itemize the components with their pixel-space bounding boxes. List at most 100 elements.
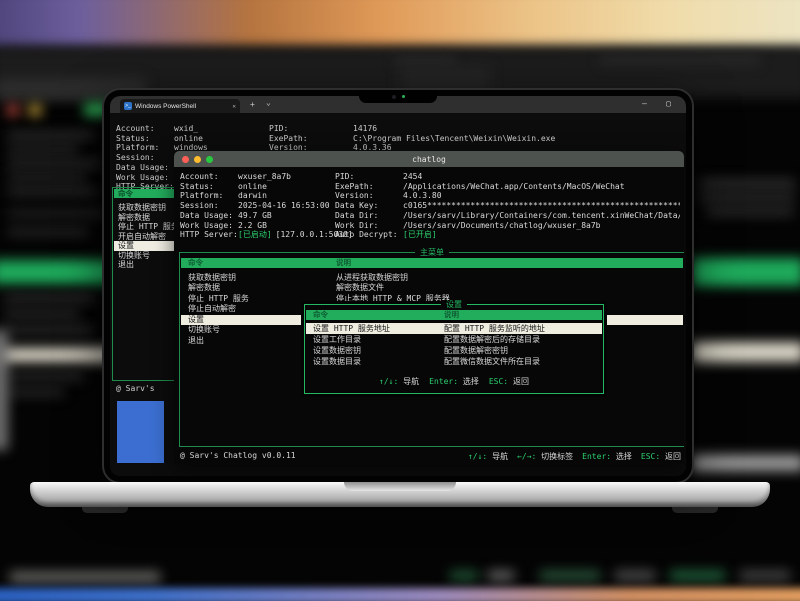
laptop-screen: >_ Windows PowerShell ✕ + ⌄ – ▢ Account:… <box>104 90 692 482</box>
backdrop-status-smudge <box>10 572 160 582</box>
tab-close-icon[interactable]: ✕ <box>232 103 236 110</box>
column-desc: 说明 <box>444 310 459 320</box>
window-minimize-button[interactable]: – <box>642 99 647 108</box>
app-version-text: @ Sarv's Chatlog v0.0.11 <box>180 451 296 462</box>
settings-popup: 设置 命令 说明 设置 HTTP 服务地址配置 HTTP 服务监听的地址 设置工… <box>304 304 604 394</box>
settings-popup-title: 设置 <box>441 300 467 309</box>
chatlog-info-row: Auto Decrypt:[已开启] <box>335 230 680 240</box>
chatlog-info-row: Version:4.0.3.80 <box>335 191 680 201</box>
backdrop-text <box>4 372 84 380</box>
backdrop-status-smudge <box>670 571 725 580</box>
column-cmd: 命令 <box>188 258 203 268</box>
tab-dropdown-icon[interactable]: ⌄ <box>266 98 271 107</box>
chatlog-info-row: ExePath:/Applications/WeChat.app/Content… <box>335 182 680 192</box>
ps-status-text: @ Sarv's <box>116 384 155 393</box>
backdrop-text <box>8 132 93 139</box>
chatlog-info-row: Work Usage:2.2 GB <box>180 221 267 231</box>
backdrop-text <box>8 228 88 235</box>
stage: >_ Windows PowerShell ✕ + ⌄ – ▢ Account:… <box>0 0 800 601</box>
ps-info-row: Status:online <box>116 134 203 144</box>
backdrop-top-gradient <box>0 0 800 50</box>
backdrop-smudge <box>600 56 760 64</box>
laptop-lid-notch <box>344 482 456 491</box>
chatlog-status-bar: @ Sarv's Chatlog v0.0.11 ↑/↓: 导航 ←/→: 切换… <box>180 451 681 462</box>
settings-item[interactable]: 设置数据密钥配置数据解密密钥 <box>306 345 602 356</box>
blue-panel <box>117 401 164 463</box>
settings-item-selected[interactable]: 设置 HTTP 服务地址配置 HTTP 服务监听的地址 <box>306 323 602 334</box>
main-menu-header: 命令 说明 <box>181 258 683 268</box>
tab-title: Windows PowerShell <box>135 103 229 110</box>
new-tab-button[interactable]: + <box>250 100 255 109</box>
laptop-foot-left <box>82 507 128 513</box>
backdrop-status-smudge <box>615 571 655 580</box>
backdrop-text <box>706 208 794 215</box>
chatlog-info-row: Status:online <box>180 182 267 192</box>
backdrop-text <box>8 210 103 217</box>
backdrop-bottom-gradient <box>0 588 800 601</box>
chatlog-info-row: Platform:darwin <box>180 191 267 201</box>
ps-info-row: Work Usage: <box>116 173 174 183</box>
backdrop-status-smudge <box>740 571 790 580</box>
laptop-display: >_ Windows PowerShell ✕ + ⌄ – ▢ Account:… <box>110 96 686 476</box>
menu-item[interactable]: 停止 HTTP 服务停止本地 HTTP & MCP 服务器 <box>181 294 683 305</box>
backdrop-text <box>4 310 80 318</box>
backdrop-text <box>700 194 795 201</box>
chatlog-info-row: PID:2454 <box>335 172 680 182</box>
chatlog-window: chatlog Account:wxuser_8a7b Status:onlin… <box>174 151 684 464</box>
chatlog-info-row: Data Dir:/Users/sarv/Library/Containers/… <box>335 211 680 221</box>
backdrop-status-smudge <box>450 571 478 580</box>
chatlog-window-title: chatlog <box>174 155 684 164</box>
backdrop-text <box>8 146 78 153</box>
backdrop-text <box>4 326 92 334</box>
ps-info-row: Account:wxid_ <box>116 124 198 134</box>
notch-camera-icon <box>392 95 396 99</box>
menu-item[interactable]: 解密数据解密数据文件 <box>181 283 683 294</box>
notch-camera-led <box>402 95 405 98</box>
chatlog-info-row: Account:wxuser_8a7b <box>180 172 291 182</box>
settings-popup-hints: ↑/↓: 导航 Enter: 选择 ESC: 返回 <box>305 376 603 387</box>
backdrop-text <box>8 188 96 195</box>
backdrop-status-smudge <box>488 571 514 580</box>
backdrop-white-bar-left <box>0 348 114 362</box>
settings-item[interactable]: 设置数据目录配置微信数据文件所在目录 <box>306 356 602 367</box>
chatlog-info-row: Data Key:c0165**************************… <box>335 201 680 211</box>
status-hints: ↑/↓: 导航 ←/→: 切换标签 Enter: 选择 ESC: 返回 <box>468 451 681 462</box>
backdrop-silver-left <box>0 330 8 450</box>
tab-windows-powershell[interactable]: >_ Windows PowerShell ✕ <box>120 99 240 113</box>
settings-popup-header: 命令 说明 <box>306 310 602 320</box>
backdrop-status-smudge <box>540 571 600 580</box>
column-cmd: 命令 <box>313 310 328 320</box>
backdrop-silver-right <box>692 455 800 471</box>
chatlog-info-row: HTTP Server:[已启动][127.0.0.1:5030] <box>180 230 353 240</box>
backdrop-green-bar-right <box>692 258 800 286</box>
ps-info-row: ExePath:C:\Program Files\Tencent\Weixin\… <box>269 134 555 144</box>
chatlog-info-row: Work Dir:/Users/sarv/Documents/chatlog/w… <box>335 221 680 231</box>
backdrop-smudge <box>400 66 490 92</box>
menu-item[interactable]: 获取数据密钥从进程获取数据密钥 <box>181 273 683 284</box>
ps-info-row: Data Usage: <box>116 163 174 173</box>
backdrop-traffic-yellow <box>28 104 42 116</box>
ps-info-row: PID:14176 <box>269 124 377 134</box>
column-desc: 说明 <box>336 258 351 268</box>
laptop-notch <box>359 90 437 103</box>
backdrop-text <box>8 174 86 181</box>
backdrop-text <box>8 160 100 167</box>
chatlog-titlebar: chatlog <box>174 151 684 167</box>
chatlog-info-row: Session:2025-04-16 16:53:00 <box>180 201 330 211</box>
main-menu-title: 主菜单 <box>415 248 449 257</box>
backdrop-green-bar-left <box>0 260 114 284</box>
laptop-base <box>30 482 770 507</box>
powershell-icon: >_ <box>124 102 132 110</box>
backdrop-text <box>700 180 795 187</box>
laptop-foot-right <box>672 507 718 513</box>
settings-item[interactable]: 设置工作目录配置数据解密后的存储目录 <box>306 334 602 345</box>
chatlog-info-row: Data Usage:49.7 GB <box>180 211 272 221</box>
backdrop-traffic-red <box>6 104 20 116</box>
window-maximize-button[interactable]: ▢ <box>666 99 671 108</box>
backdrop-white-bar-right <box>692 342 800 362</box>
backdrop-text <box>4 294 94 302</box>
ps-info-row: Session: <box>116 153 174 163</box>
backdrop-smudge <box>395 56 455 64</box>
backdrop-text <box>4 388 64 396</box>
powershell-window: >_ Windows PowerShell ✕ + ⌄ – ▢ Account:… <box>110 96 686 476</box>
